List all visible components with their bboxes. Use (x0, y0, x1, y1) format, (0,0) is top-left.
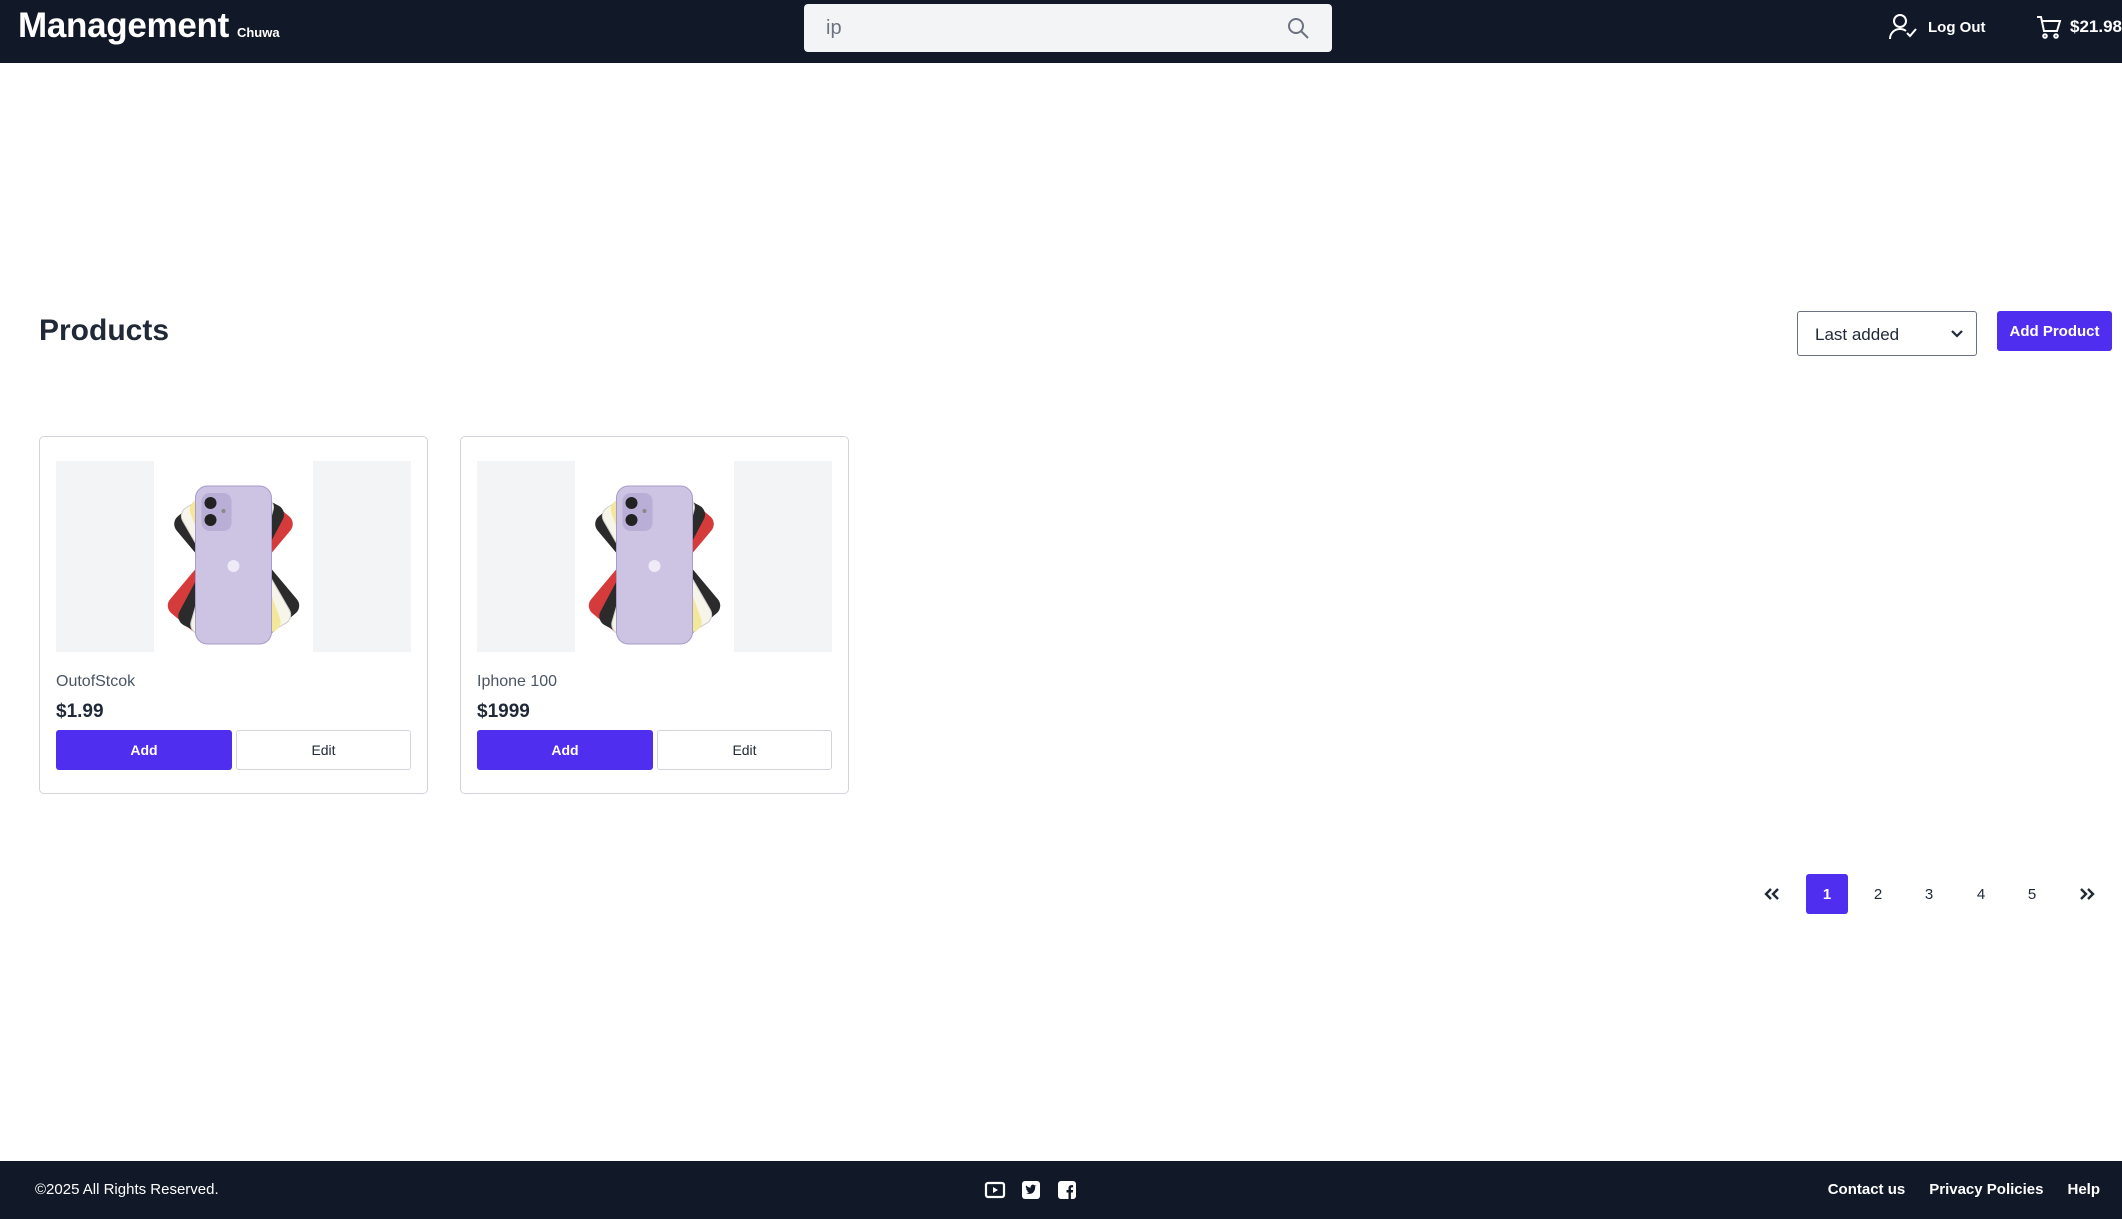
phone-fan-image (588, 485, 721, 645)
page-button-5[interactable]: 5 (2015, 874, 2049, 914)
cart-button[interactable]: $21.98 (2036, 14, 2122, 40)
last-page-button[interactable] (2070, 874, 2104, 914)
cart-icon (2037, 16, 2062, 39)
brand[interactable]: Management Chuwa (18, 6, 280, 46)
product-price: $1999 (477, 701, 530, 722)
help-link[interactable]: Help (2067, 1181, 2100, 1198)
footer-links: Contact us Privacy Policies Help (1828, 1181, 2100, 1198)
sort-selected-value: Last added (1815, 325, 1900, 344)
page-title: Products (39, 314, 170, 347)
phone-fan-image (167, 485, 300, 645)
privacy-policies-link[interactable]: Privacy Policies (1929, 1181, 2043, 1198)
product-name: OutofStcok (56, 673, 136, 690)
product-name: Iphone 100 (477, 673, 558, 690)
copyright-text: ©2025 All Rights Reserved. (35, 1181, 219, 1198)
youtube-icon[interactable] (984, 1179, 1006, 1201)
page-button-2[interactable]: 2 (1861, 874, 1895, 914)
product-card[interactable]: Iphone 100 $1999 Add Edit (460, 436, 849, 794)
page-button-4[interactable]: 4 (1964, 874, 1998, 914)
page-button-3[interactable]: 3 (1912, 874, 1946, 914)
product-price: $1.99 (56, 701, 104, 722)
cart-total: $21.98 (2070, 17, 2122, 36)
top-navbar: Management Chuwa Log Out $21.98 (0, 0, 2122, 63)
product-image[interactable] (477, 461, 832, 652)
facebook-icon[interactable] (1056, 1179, 1078, 1201)
social-links (984, 1179, 1078, 1201)
first-page-button[interactable] (1755, 874, 1789, 914)
logout-button[interactable]: Log Out (1888, 12, 1985, 42)
footer: ©2025 All Rights Reserved. Contact us Pr… (0, 1161, 2122, 1219)
user-check-icon (1889, 14, 1917, 40)
add-product-button[interactable]: Add Product (1997, 311, 2112, 351)
product-card[interactable]: OutofStcok $1.99 Add Edit (39, 436, 428, 794)
twitter-icon[interactable] (1020, 1179, 1042, 1201)
logout-label: Log Out (1928, 18, 1986, 36)
chevron-down-icon (1951, 330, 1963, 338)
add-to-cart-button[interactable]: Add (477, 730, 653, 770)
brand-subtitle: Chuwa (236, 25, 280, 40)
product-image[interactable] (56, 461, 411, 652)
add-to-cart-button[interactable]: Add (56, 730, 232, 770)
search-input[interactable] (826, 4, 1286, 52)
search-icon[interactable] (1286, 16, 1310, 40)
sort-select[interactable]: Last added (1797, 311, 1977, 356)
chevrons-right-icon (2080, 888, 2095, 900)
search-bar (804, 4, 1332, 52)
brand-title: Management (18, 6, 229, 45)
edit-product-button[interactable]: Edit (657, 730, 832, 770)
page-button-1[interactable]: 1 (1806, 874, 1848, 914)
chevrons-left-icon (1764, 888, 1779, 900)
contact-us-link[interactable]: Contact us (1828, 1181, 1906, 1198)
edit-product-button[interactable]: Edit (236, 730, 411, 770)
